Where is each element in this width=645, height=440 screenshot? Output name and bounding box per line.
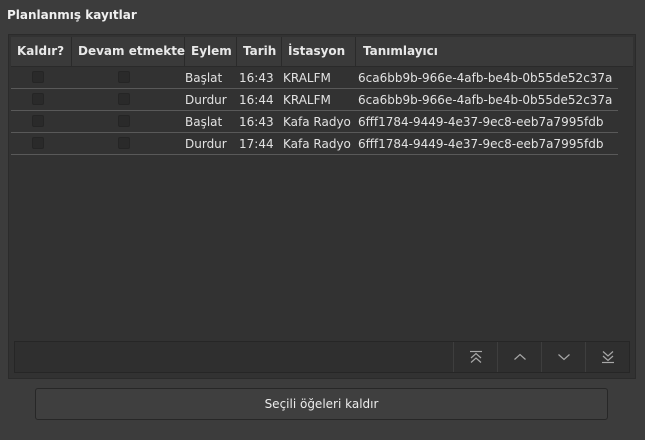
station-cell: KRALFM: [283, 71, 331, 85]
remove-selected-button[interactable]: Seçili öğeleri kaldır: [35, 388, 608, 420]
scheduled-recordings-panel: Kaldır? Devam etmekte Eylem Tarih İstasy…: [8, 34, 636, 379]
station-cell: Kafa Radyo: [283, 115, 351, 129]
move-to-top-button[interactable]: [453, 342, 497, 372]
identifier-cell: 6ca6bb9b-966e-4afb-be4b-0b55de52c37a: [358, 71, 613, 85]
date-cell: 16:44: [239, 93, 274, 107]
continue-checkbox[interactable]: [118, 137, 130, 149]
action-cell: Durdur: [185, 93, 227, 107]
action-cell: Durdur: [185, 137, 227, 151]
table-row[interactable]: Başlat 16:43 KRALFM 6ca6bb9b-966e-4afb-b…: [11, 67, 618, 89]
column-header-action[interactable]: Eylem: [185, 37, 237, 66]
continue-checkbox[interactable]: [118, 71, 130, 83]
continue-checkbox[interactable]: [118, 115, 130, 127]
column-header-remove[interactable]: Kaldır?: [11, 37, 72, 66]
recordings-table: Kaldır? Devam etmekte Eylem Tarih İstasy…: [11, 37, 633, 335]
action-cell: Başlat: [185, 115, 223, 129]
column-header-date[interactable]: Tarih: [237, 37, 282, 66]
table-row[interactable]: Durdur 16:44 KRALFM 6ca6bb9b-966e-4afb-b…: [11, 89, 618, 111]
date-cell: 16:43: [239, 71, 274, 85]
identifier-cell: 6ca6bb9b-966e-4afb-be4b-0b55de52c37a: [358, 93, 613, 107]
move-up-icon: [514, 353, 526, 360]
station-cell: KRALFM: [283, 93, 331, 107]
column-header-identifier[interactable]: Tanımlayıcı: [356, 37, 633, 66]
table-row[interactable]: Durdur 17:44 Kafa Radyo 6fff1784-9449-4e…: [11, 133, 618, 155]
table-body: Başlat 16:43 KRALFM 6ca6bb9b-966e-4afb-b…: [11, 67, 633, 155]
remove-checkbox[interactable]: [32, 93, 44, 105]
column-header-continue[interactable]: Devam etmekte: [72, 37, 185, 66]
identifier-cell: 6fff1784-9449-4e37-9ec8-eeb7a7995fdb: [358, 115, 604, 129]
date-cell: 17:44: [239, 137, 274, 151]
continue-checkbox[interactable]: [118, 93, 130, 105]
move-top-icon: [470, 350, 482, 363]
station-cell: Kafa Radyo: [283, 137, 351, 151]
move-down-icon: [558, 354, 570, 361]
move-down-button[interactable]: [541, 342, 585, 372]
action-cell: Başlat: [185, 71, 223, 85]
remove-checkbox[interactable]: [32, 115, 44, 127]
column-header-station[interactable]: İstasyon: [282, 37, 356, 66]
remove-checkbox[interactable]: [32, 71, 44, 83]
move-to-bottom-button[interactable]: [585, 342, 629, 372]
window-title: Planlanmış kayıtlar: [7, 8, 137, 22]
table-header: Kaldır? Devam etmekte Eylem Tarih İstasy…: [11, 37, 633, 67]
remove-checkbox[interactable]: [32, 137, 44, 149]
date-cell: 16:43: [239, 115, 274, 129]
reorder-toolbar: [14, 341, 630, 373]
identifier-cell: 6fff1784-9449-4e37-9ec8-eeb7a7995fdb: [358, 137, 604, 151]
move-up-button[interactable]: [497, 342, 541, 372]
table-row[interactable]: Başlat 16:43 Kafa Radyo 6fff1784-9449-4e…: [11, 111, 618, 133]
move-bottom-icon: [602, 351, 614, 364]
